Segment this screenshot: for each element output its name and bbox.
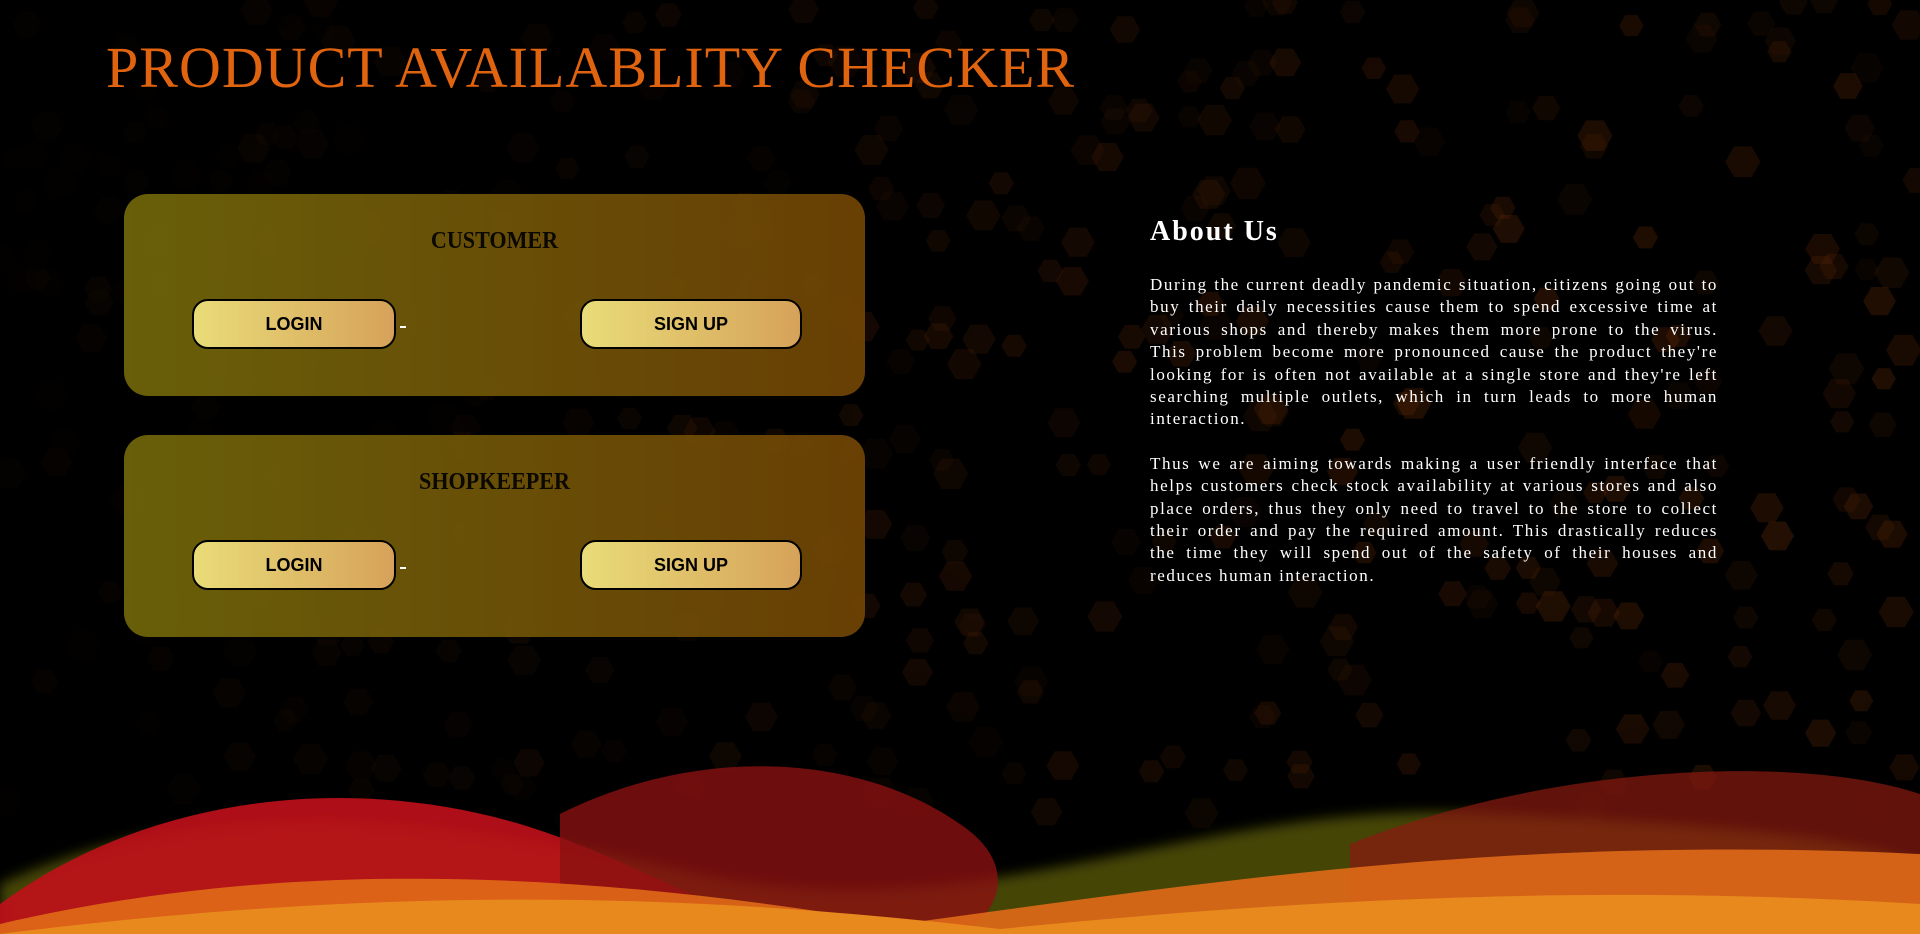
about-paragraph: During the current deadly pandemic situa… <box>1150 275 1718 429</box>
shopkeeper-card: SHOPKEEPER LOGIN SIGN UP <box>124 435 865 637</box>
customer-card: CUSTOMER LOGIN SIGN UP <box>124 194 865 396</box>
shopkeeper-login-button[interactable]: LOGIN <box>192 540 396 590</box>
dash-mark <box>400 567 406 569</box>
dash-mark <box>400 326 406 328</box>
decorative-waves <box>0 766 1920 934</box>
about-paragraph: Thus we are aiming towards making a user… <box>1150 453 1718 585</box>
page-title: PRODUCT AVAILABLITY CHECKER <box>106 35 1076 100</box>
shopkeeper-signup-button[interactable]: SIGN UP <box>580 540 802 590</box>
about-section: About Us During the current deadly pande… <box>1150 216 1718 609</box>
shopkeeper-heading: SHOPKEEPER <box>419 469 570 495</box>
customer-login-button[interactable]: LOGIN <box>192 299 396 349</box>
customer-heading: CUSTOMER <box>430 228 559 254</box>
about-heading: About Us <box>1150 216 1279 247</box>
customer-signup-button[interactable]: SIGN UP <box>580 299 802 349</box>
